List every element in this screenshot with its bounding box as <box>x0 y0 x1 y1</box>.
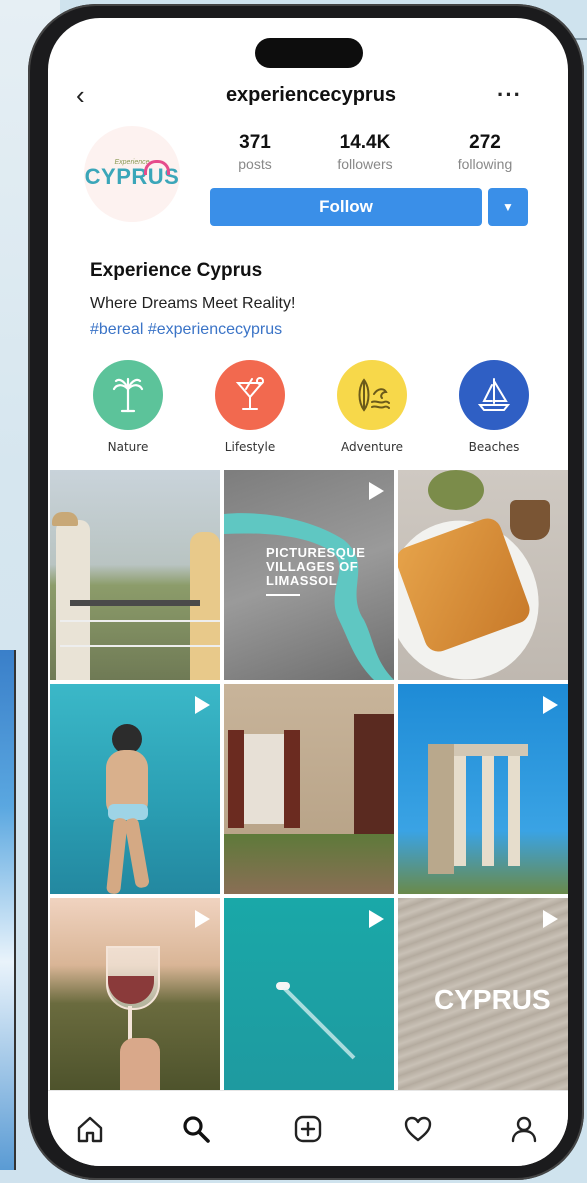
swimmer-leg <box>124 817 150 889</box>
post-tile[interactable]: CYPRUS <box>398 898 568 1090</box>
play-icon <box>543 910 558 928</box>
stat-posts[interactable]: 371 posts <box>210 132 300 172</box>
more-horizontal-icon[interactable]: ··· <box>497 82 522 108</box>
post-overlay-text: PICTURESQUE VILLAGES OF LIMASSOL <box>266 545 366 588</box>
heart-icon[interactable] <box>398 1109 438 1149</box>
swimsuit <box>108 804 148 820</box>
railing <box>60 620 220 622</box>
cup <box>510 500 550 540</box>
cocktail-glass-icon <box>215 360 285 430</box>
add-post-icon[interactable] <box>288 1109 328 1149</box>
bottom-nav <box>48 1090 568 1166</box>
stat-following[interactable]: 272 following <box>440 132 530 172</box>
profile-icon[interactable] <box>504 1109 544 1149</box>
stat-followers[interactable]: 14.4K followers <box>320 132 410 172</box>
play-icon <box>369 910 384 928</box>
palm-tree-icon <box>93 360 163 430</box>
railing <box>60 645 220 647</box>
door <box>354 714 394 834</box>
cyprus-logo: CYPRUS <box>434 984 551 1015</box>
follow-button[interactable]: Follow <box>210 188 482 226</box>
search-icon[interactable] <box>176 1109 216 1149</box>
stat-label: followers <box>337 156 393 172</box>
avatar[interactable]: Experience CYPRUS <box>84 126 180 222</box>
play-icon <box>543 696 558 714</box>
shutter <box>228 730 244 828</box>
stat-value: 272 <box>469 132 501 153</box>
hat <box>52 512 78 526</box>
plant <box>428 470 484 510</box>
profile-header: ‹ experiencecyprus ··· <box>48 78 568 118</box>
column <box>454 756 466 866</box>
divider <box>266 594 300 596</box>
post-tile[interactable] <box>224 684 394 894</box>
profile-bio: Where Dreams Meet Reality! <box>90 295 296 312</box>
rainbow-icon <box>144 160 170 175</box>
person-figure <box>190 532 220 680</box>
highlight-lifestyle[interactable]: Lifestyle <box>210 360 290 454</box>
play-icon <box>195 696 210 714</box>
wall-ruin <box>428 744 454 874</box>
post-tile[interactable]: PICTURESQUE VILLAGES OF LIMASSOL <box>224 470 394 680</box>
column <box>508 756 520 866</box>
post-grid: PICTURESQUE VILLAGES OF LIMASSOL CYPRUS <box>50 470 568 1090</box>
post-tile[interactable] <box>398 470 568 680</box>
hand <box>120 1038 160 1090</box>
profile-stats: 371 posts 14.4K followers 272 following <box>210 132 550 182</box>
post-tile[interactable] <box>50 684 220 894</box>
column <box>482 756 494 866</box>
surfboard-wave-icon <box>337 360 407 430</box>
phone-notch <box>255 38 363 68</box>
highlight-nature[interactable]: Nature <box>88 360 168 454</box>
background-panel <box>0 650 16 1170</box>
post-tile[interactable] <box>398 684 568 894</box>
stat-label: following <box>457 156 513 172</box>
post-tile[interactable] <box>50 470 220 680</box>
shutter <box>284 730 300 828</box>
profile-hashtags[interactable]: #bereal #experiencecyprus <box>90 321 282 339</box>
plants <box>224 834 394 894</box>
stat-value: 14.4K <box>339 132 391 153</box>
post-tile[interactable] <box>50 898 220 1090</box>
play-icon <box>195 910 210 928</box>
highlight-label: Adventure <box>340 440 404 454</box>
home-icon[interactable] <box>70 1109 110 1149</box>
profile-username: experiencecyprus <box>225 84 397 106</box>
chevron-down-icon: ▼ <box>502 200 514 214</box>
sailboat-icon <box>459 360 529 430</box>
highlight-beaches[interactable]: Beaches <box>454 360 534 454</box>
highlight-label: Lifestyle <box>224 440 276 454</box>
follow-dropdown-button[interactable]: ▼ <box>488 188 528 226</box>
highlight-label: Beaches <box>468 440 520 454</box>
highlight-label: Nature <box>107 440 149 454</box>
phone-screen: ‹ experiencecyprus ··· Experience CYPRUS… <box>48 18 568 1166</box>
profile-display-name: Experience Cyprus <box>90 260 263 281</box>
highlight-adventure[interactable]: Adventure <box>332 360 412 454</box>
play-icon <box>369 482 384 500</box>
stat-label: posts <box>238 156 272 172</box>
stat-value: 371 <box>239 132 271 153</box>
table <box>70 600 200 606</box>
post-tile[interactable] <box>224 898 394 1090</box>
swimmer-leg <box>106 817 128 894</box>
